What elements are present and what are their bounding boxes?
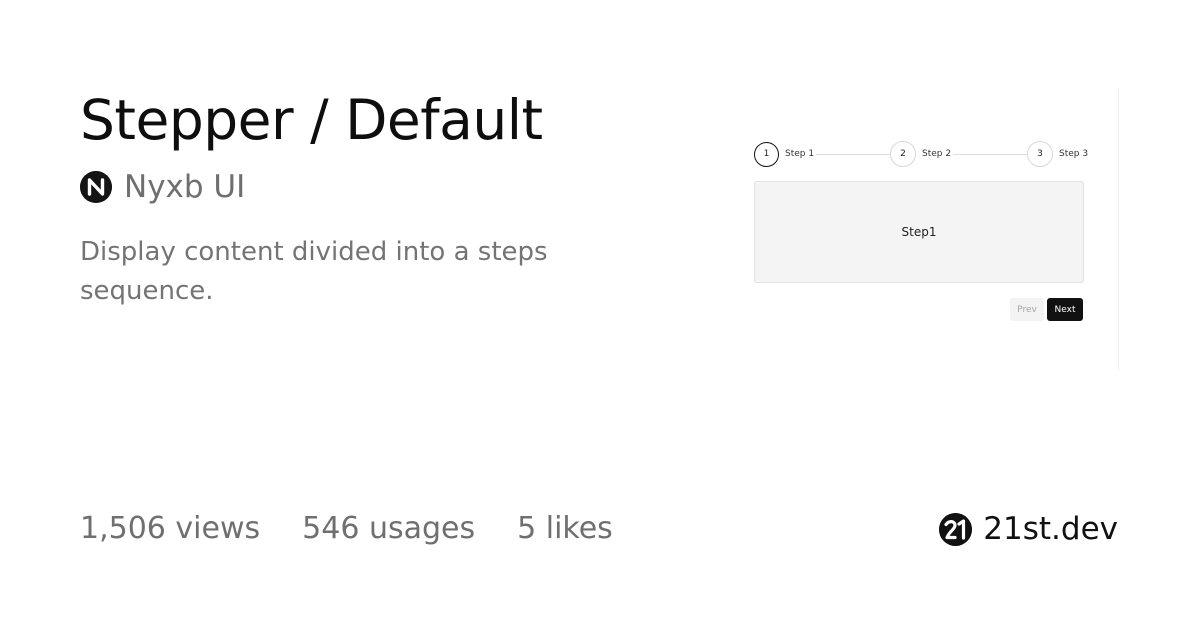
likes-count: 5 likes	[517, 511, 613, 546]
brand[interactable]: 21st.dev	[939, 507, 1118, 551]
step-2-label: Step 2	[922, 149, 952, 159]
step-3-label: Step 3	[1059, 149, 1089, 159]
views-count: 1,506 views	[80, 511, 261, 546]
brand-name[interactable]: 21st.dev	[983, 507, 1118, 551]
step-connector	[816, 153, 890, 155]
step-1[interactable]: 1 Step 1	[754, 141, 814, 167]
author-name[interactable]: Nyxb UI	[124, 168, 245, 206]
step-3[interactable]: 3 Step 3	[1027, 141, 1088, 167]
step-1-indicator: 1	[754, 141, 779, 167]
21st-logo-icon	[939, 512, 973, 546]
step-3-indicator: 3	[1027, 141, 1053, 167]
stepper-navigation: Prev Next	[1010, 298, 1083, 321]
component-description: Display content divided into a steps seq…	[80, 237, 548, 306]
page-title: Stepper / Default	[80, 88, 543, 152]
prev-button[interactable]: Prev	[1010, 298, 1044, 321]
step-connector	[953, 153, 1027, 155]
next-button[interactable]: Next	[1047, 298, 1083, 321]
component-stats: 1,506 views 546 usages 5 likes	[80, 507, 613, 551]
step-content-panel: Step1	[754, 181, 1084, 283]
nyxb-logo-icon	[80, 171, 112, 203]
step-2-indicator: 2	[890, 141, 916, 167]
stepper: 1 Step 1 2 Step 2 3 Step 3	[754, 141, 1088, 167]
step-2[interactable]: 2 Step 2	[890, 141, 951, 167]
step-1-label: Step 1	[785, 149, 815, 159]
usages-count: 546 usages	[302, 511, 476, 546]
component-preview: 1 Step 1 2 Step 2 3 Step 3 Step1 Prev Ne…	[738, 88, 1119, 370]
author-info[interactable]: Nyxb UI	[80, 168, 245, 206]
